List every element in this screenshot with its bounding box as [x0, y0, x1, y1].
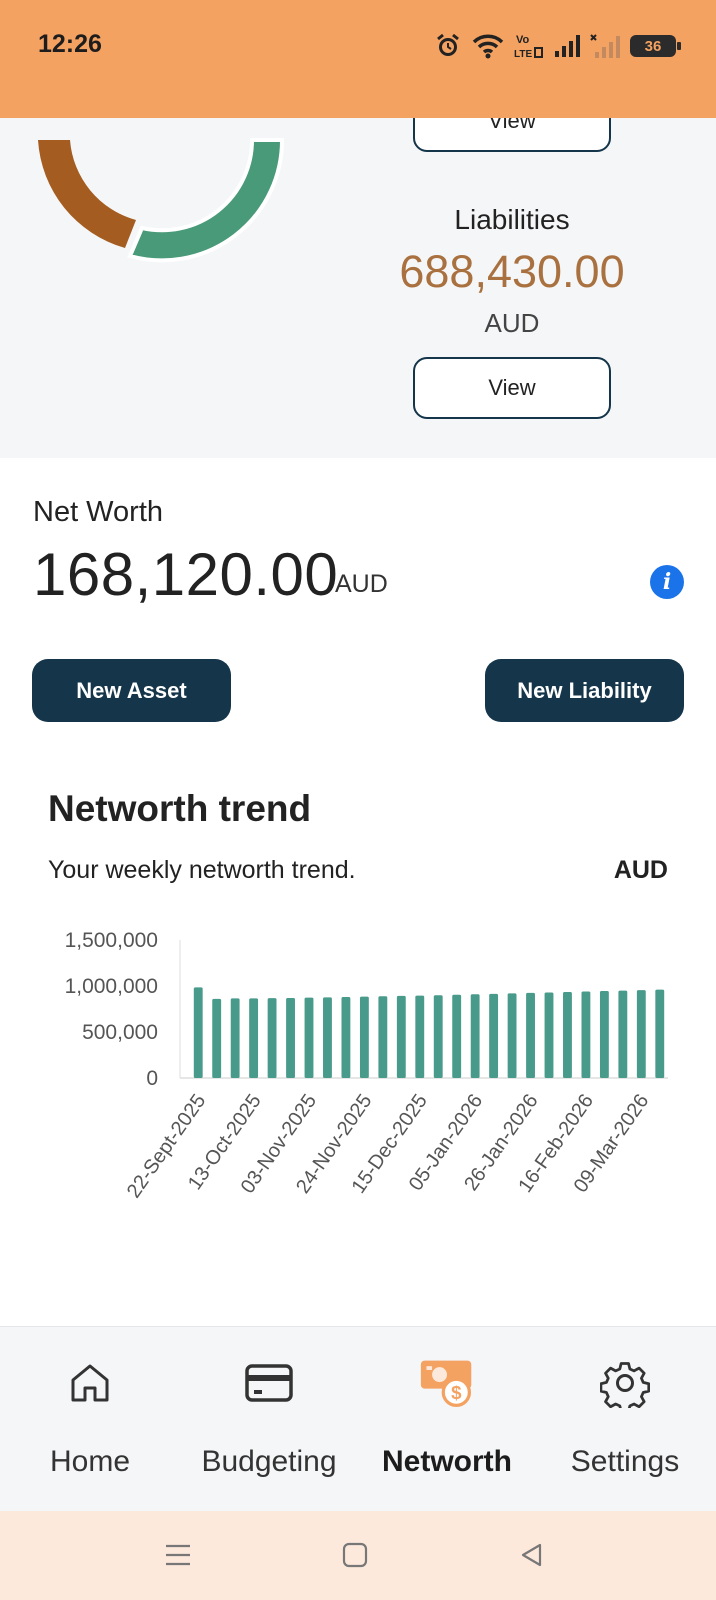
- nav-label-home: Home: [49, 1445, 131, 1478]
- system-nav-bar: [0, 1511, 716, 1600]
- menu-icon[interactable]: [156, 1533, 200, 1577]
- nav-item-settings[interactable]: Settings: [555, 1327, 695, 1512]
- donut-slice-assets: [127, 138, 285, 263]
- chart-bar: [396, 995, 406, 1078]
- money-icon: $: [419, 1355, 475, 1411]
- svg-text:Vo: Vo: [516, 34, 530, 46]
- net-worth-label: Net Worth: [33, 496, 164, 528]
- trend-currency: AUD: [613, 856, 668, 884]
- status-time-overlay: 12:26: [38, 30, 102, 58]
- assets-liabilities-donut: [38, 138, 285, 263]
- nav-item-home[interactable]: Home: [30, 1327, 150, 1512]
- nav-label-networth: Networth: [382, 1445, 512, 1478]
- networth-trend-chart: 0500,0001,000,0001,500,00022-Sept-202513…: [65, 929, 668, 1202]
- chart-bar: [489, 993, 499, 1078]
- chart-bar: [599, 991, 609, 1078]
- chart-bar: [563, 991, 572, 1078]
- nav-label-settings: Settings: [570, 1445, 680, 1478]
- chart-bar: [507, 993, 517, 1078]
- chart-bar: [470, 994, 480, 1078]
- chart-bar: [526, 992, 535, 1078]
- chart-bar: [286, 997, 295, 1078]
- svg-text:$: $: [451, 1382, 462, 1403]
- y-tick-label: 500,000: [82, 1021, 158, 1044]
- chart-bar: [193, 987, 203, 1078]
- net-worth-value: 168,120.00: [33, 541, 339, 608]
- signal-icon: [555, 35, 580, 57]
- liabilities-view-button[interactable]: View: [413, 357, 611, 419]
- trend-subtitle: Your weekly networth trend.: [48, 856, 356, 884]
- wifi-icon: [472, 34, 504, 59]
- chart-bar: [636, 990, 646, 1078]
- chart-bar: [304, 997, 314, 1078]
- donut-slice-liabilities: [38, 140, 136, 248]
- gear-icon: [597, 1355, 653, 1411]
- chart-bar: [544, 992, 554, 1078]
- liabilities-value: 688,430.00: [399, 246, 625, 297]
- chart-bar: [581, 991, 591, 1078]
- liabilities-title: Liabilities: [454, 204, 570, 235]
- info-icon[interactable]: i: [650, 565, 684, 599]
- liabilities-currency: AUD: [484, 308, 540, 338]
- chart-bar: [655, 989, 665, 1078]
- chart-bar: [341, 997, 351, 1078]
- signal-no-service-icon: [590, 34, 620, 58]
- chart-bar: [415, 995, 425, 1078]
- home-icon: [62, 1355, 118, 1411]
- nav-item-networth[interactable]: $ Networth: [372, 1327, 522, 1512]
- chart-bar: [618, 990, 628, 1078]
- bottom-nav: Home Budgeting $ Networth Settings: [0, 1326, 716, 1511]
- battery-icon: 36: [630, 35, 681, 57]
- home-square-icon[interactable]: [333, 1533, 377, 1577]
- y-tick-label: 0: [146, 1067, 158, 1090]
- alarm-icon: [437, 33, 459, 56]
- chart-bar: [267, 998, 277, 1078]
- chart-bar: [323, 997, 332, 1078]
- new-liability-button[interactable]: New Liability: [485, 659, 684, 722]
- trend-title: Networth trend: [48, 788, 312, 829]
- y-tick-label: 1,500,000: [65, 929, 158, 952]
- card-icon: [241, 1355, 297, 1411]
- chart-bar: [212, 998, 222, 1078]
- volte-icon: Vo LTE: [514, 34, 543, 60]
- chart-bar: [452, 994, 462, 1078]
- new-asset-button[interactable]: New Asset: [32, 659, 231, 722]
- net-worth-currency: AUD: [335, 570, 388, 598]
- status-icons-overlay: Vo LTE 36: [434, 28, 681, 64]
- nav-label-budgeting: Budgeting: [201, 1445, 337, 1478]
- chart-bar: [378, 996, 388, 1078]
- chart-bar: [249, 998, 259, 1078]
- chart-bar: [230, 998, 240, 1078]
- nav-item-budgeting[interactable]: Budgeting: [188, 1327, 350, 1512]
- chart-bar: [433, 995, 443, 1078]
- chart-bar: [359, 996, 369, 1078]
- svg-text:LTE: LTE: [514, 49, 532, 60]
- y-tick-label: 1,000,000: [65, 975, 158, 998]
- back-icon[interactable]: [510, 1533, 554, 1577]
